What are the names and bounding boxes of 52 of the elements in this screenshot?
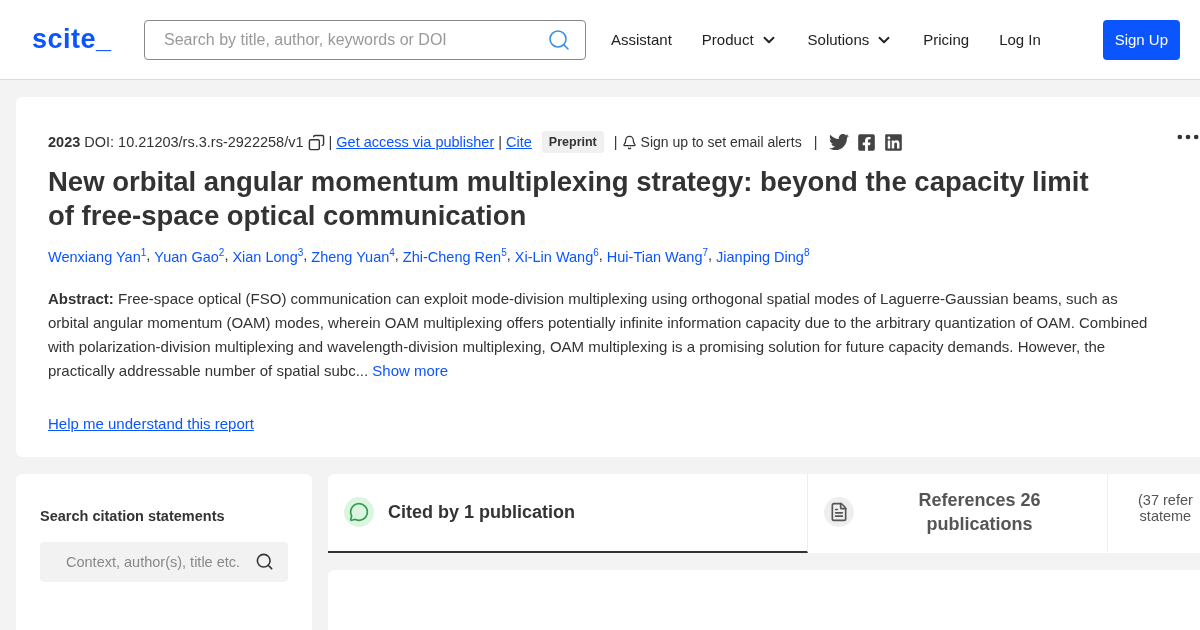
citation-search-field[interactable]: Context, author(s), title etc. bbox=[64, 552, 255, 571]
preprint-badge: Preprint bbox=[541, 131, 604, 153]
tab[interactable]: References 26 publications bbox=[808, 473, 1108, 553]
speech-bubble-icon bbox=[349, 502, 369, 523]
comma: , bbox=[506, 247, 511, 265]
author-link[interactable]: Wenxiang Yan$^{1}$ bbox=[48, 247, 147, 265]
access-link[interactable]: Get access via publisher bbox=[336, 134, 495, 150]
tab[interactable]: Cited by 1 publication bbox=[328, 473, 808, 553]
comma: , bbox=[598, 247, 603, 265]
comma: , bbox=[708, 247, 713, 265]
search-bar[interactable]: Search by title, author, keywords or DOI bbox=[144, 19, 586, 60]
comma: , bbox=[303, 247, 308, 265]
twitter-icon[interactable] bbox=[829, 132, 850, 152]
author-link[interactable]: Jianping Ding$^{8}$ bbox=[716, 247, 810, 265]
tab-note: (37 refer bbox=[1138, 491, 1193, 508]
abstract: Abstract: Free-space optical (FSO) communication can exploit mode-division multiplexing using orthogonal spatial modes of Laguerre-Gaussian beams, such as orbital angular momentum (OAM) modes, wherein OAM multiplexing offers potentially infinite information capacity due to the arbitrary quantization of OAM. Combined with polarization-division multiplexing and wavelength-division multiplexing, OAM multiplexing is a promising solution for future capacity demands. However, the practically addressable number of spatial subc... Show more bbox=[48, 288, 1148, 381]
help-link[interactable]: Help me understand this report bbox=[48, 414, 254, 432]
show-more-link[interactable]: Show more bbox=[372, 361, 449, 379]
author-link[interactable]: Xi-Lin Wang$^{6}$ bbox=[514, 247, 599, 265]
sign-up-button[interactable]: Sign Up bbox=[1102, 19, 1180, 60]
linkedin-icon[interactable] bbox=[884, 132, 904, 152]
author-link[interactable]: Hui-Tian Wang$^{7}$ bbox=[606, 247, 708, 265]
separator: | bbox=[613, 134, 618, 150]
bell-icon[interactable] bbox=[621, 134, 637, 150]
copy-icon[interactable] bbox=[307, 133, 325, 151]
comma: , bbox=[394, 247, 399, 265]
nav-link[interactable]: Solutions bbox=[807, 30, 894, 49]
year: 2023 bbox=[48, 134, 81, 150]
comma: , bbox=[224, 247, 229, 265]
document-icon bbox=[829, 502, 849, 523]
separator: | bbox=[813, 134, 818, 150]
separator: | bbox=[498, 134, 503, 150]
tab-note: stateme bbox=[1139, 507, 1192, 524]
comma: , bbox=[146, 247, 151, 265]
separator: | bbox=[328, 134, 333, 150]
panel-title: Search citation statements bbox=[40, 507, 226, 524]
author-link[interactable]: Zhi-Cheng Ren$^{5}$ bbox=[402, 247, 507, 265]
facebook-icon[interactable] bbox=[857, 132, 877, 152]
nav-link[interactable]: Product bbox=[701, 30, 778, 49]
citation-search-bar[interactable]: Context, author(s), title etc. bbox=[40, 541, 288, 582]
search-icon[interactable] bbox=[255, 552, 274, 572]
logo[interactable]: scite_ bbox=[32, 24, 144, 55]
nav-link[interactable]: Assistant bbox=[611, 31, 672, 48]
alerts-link[interactable]: Sign up to set email alerts bbox=[640, 134, 802, 150]
author-link[interactable]: Xian Long$^{3}$ bbox=[232, 247, 304, 265]
author-link[interactable]: Zheng Yuan$^{4}$ bbox=[311, 247, 395, 265]
doi: DOI: 10.21203/rs.3.rs-2922258/v1 bbox=[84, 134, 304, 150]
cite-link[interactable]: Cite bbox=[506, 134, 532, 150]
nav-link[interactable]: Log In bbox=[999, 31, 1041, 48]
author-link[interactable]: Yuan Gao$^{2}$ bbox=[154, 247, 225, 265]
nav-link[interactable]: Pricing bbox=[923, 31, 970, 48]
paper-title: New orbital angular momentum multiplexing strategy: beyond the capacity limit of free-space optical communication bbox=[48, 165, 1090, 233]
